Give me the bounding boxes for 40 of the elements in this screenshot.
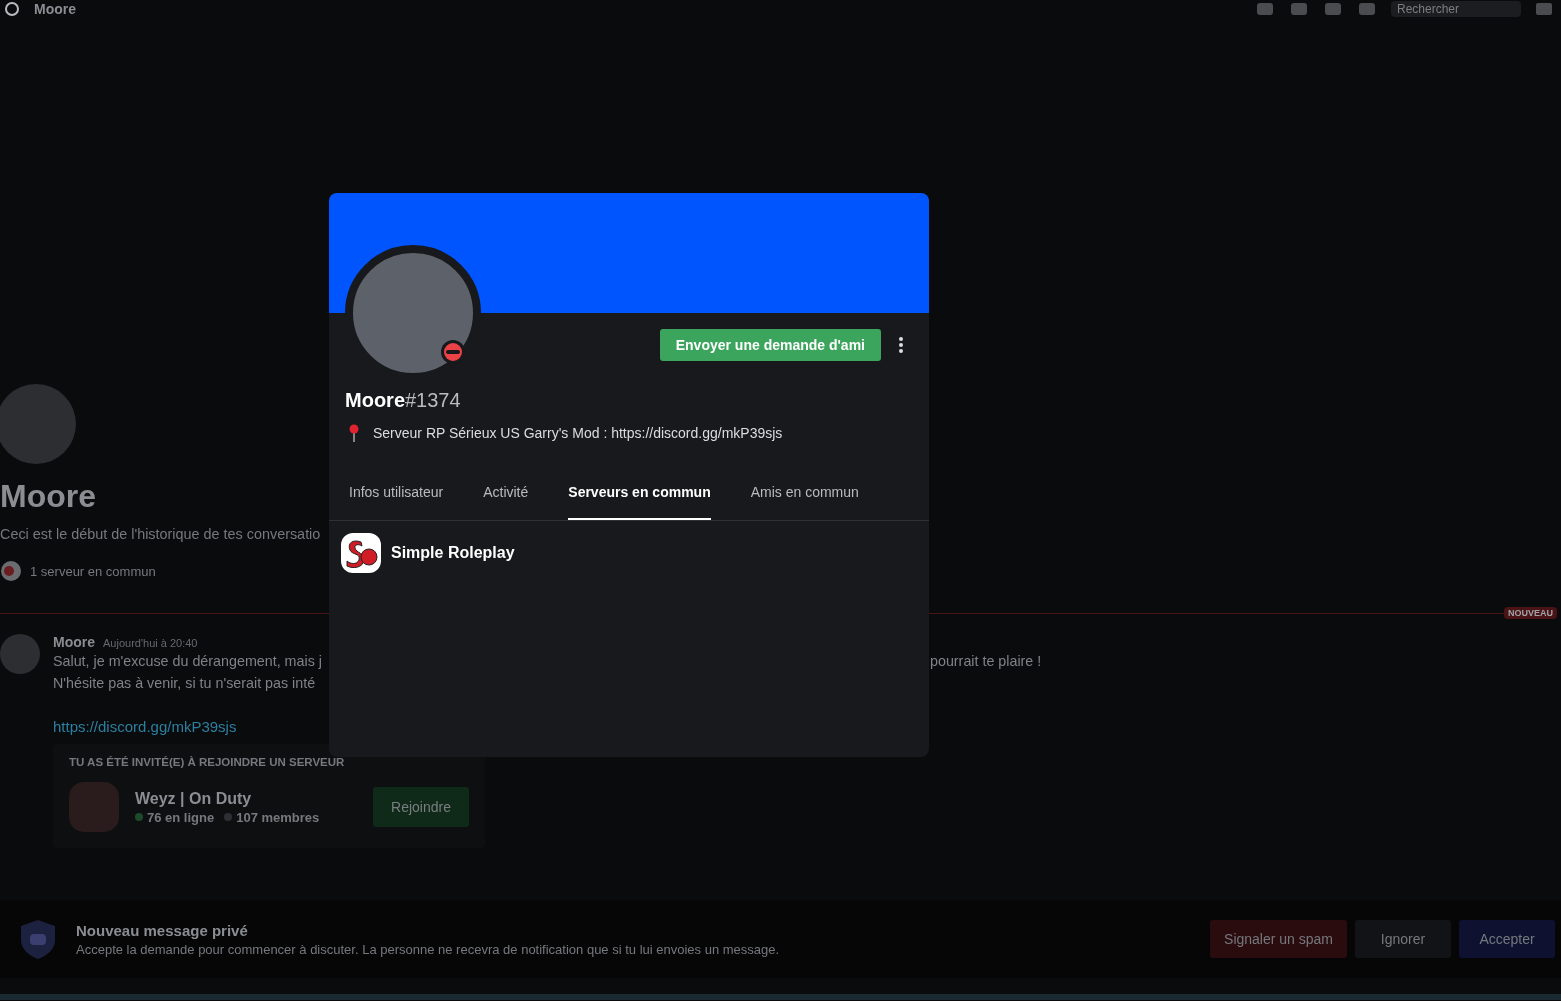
message-time: Aujourd'hui à 20:40 xyxy=(103,637,198,649)
message-text: Salut, je m'excuse du dérangement, mais j xyxy=(53,652,323,671)
new-badge: NOUVEAU xyxy=(1504,607,1557,619)
server-icon xyxy=(69,782,119,832)
server-logo-icon xyxy=(341,533,381,573)
more-options-icon xyxy=(899,337,903,353)
server-name: Weyz | On Duty xyxy=(135,789,253,808)
member-count: 107 membres xyxy=(236,809,320,825)
ignore-button[interactable]: Ignorer xyxy=(1355,920,1451,958)
custom-status: Serveur RP Sérieux US Garry's Mod : https://discord.gg/mkP39sjs xyxy=(373,425,783,441)
invite-link[interactable]: https://discord.gg/mkP39sjs xyxy=(53,716,237,738)
join-button[interactable]: Rejoindre xyxy=(373,787,469,827)
profile-tab[interactable]: Serveurs en commun xyxy=(568,468,711,520)
profile-tab[interactable]: Infos utilisateur xyxy=(349,468,444,520)
member-dot xyxy=(224,813,233,821)
message-text: pourrait te plaire ! xyxy=(930,652,1042,671)
pushpin-icon xyxy=(349,424,359,442)
message-author[interactable]: Moore xyxy=(53,634,95,650)
server-list-item[interactable]: Simple Roleplay xyxy=(341,533,917,573)
profile-tab[interactable]: Activité xyxy=(483,468,529,520)
request-title: Nouveau message privé xyxy=(76,921,249,939)
shield-icon xyxy=(18,918,58,960)
mutual-servers-link[interactable]: 1 serveur en commun xyxy=(30,563,156,579)
accept-button[interactable]: Accepter xyxy=(1459,920,1555,958)
report-spam-button[interactable]: Signaler un spam xyxy=(1210,920,1347,958)
channel-title: Moore xyxy=(34,1,76,17)
profile-tab[interactable]: Amis en commun xyxy=(750,468,859,520)
intro-text: Ceci est le début de l'historique de tes conversatio xyxy=(0,526,321,542)
online-count: 76 en ligne xyxy=(147,809,215,825)
request-text: Accepte la demande pour commencer à discuter. La personne ne recevra de notification que si tu lui envoies un message. xyxy=(76,941,781,957)
search-field[interactable]: Rechercher xyxy=(1391,1,1521,17)
username: Moore xyxy=(345,389,405,411)
message-text: N'hésite pas à venir, si tu n'serait pas inté xyxy=(53,674,317,693)
discriminator: #1374 xyxy=(405,389,461,411)
dm-title: Moore xyxy=(0,477,96,516)
online-dot xyxy=(135,813,143,821)
invite-heading: TU AS ÉTÉ INVITÉ(E) À REJOINDRE UN SERVEUR xyxy=(69,756,346,768)
server-icon xyxy=(0,560,22,582)
avatar xyxy=(0,634,40,674)
add-friend-button[interactable]: Envoyer une demande d'ami xyxy=(659,329,881,361)
